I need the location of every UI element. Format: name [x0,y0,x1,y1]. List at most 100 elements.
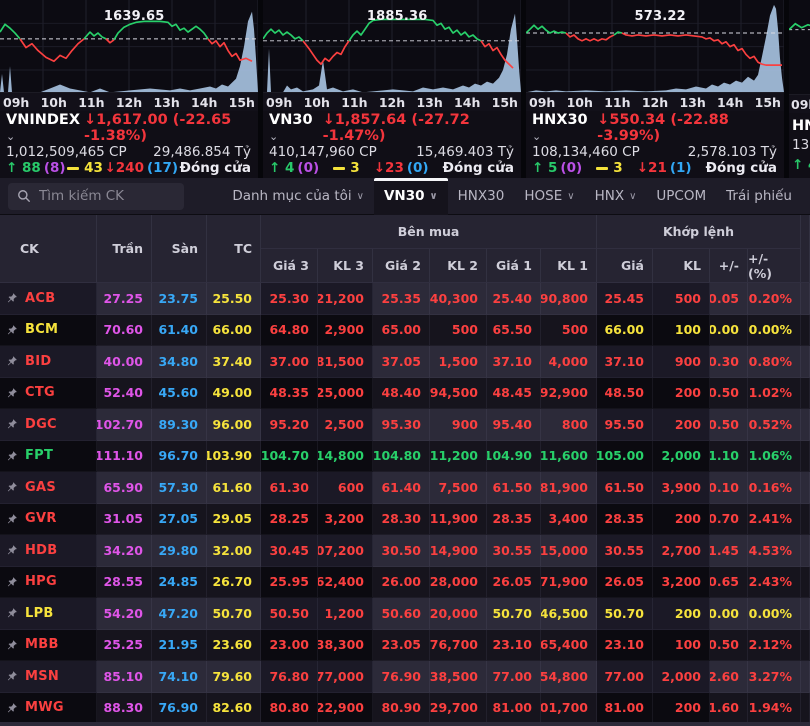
table-row-MBB[interactable]: MBB25.2521.9523.6023.001,538,30023.05476… [0,630,810,662]
price-cell[interactable]: 81,900 [541,472,597,504]
price-cell[interactable]: 100 [653,315,710,347]
price-cell[interactable]: 2,900 [318,315,373,347]
price-cell[interactable]: -1.60 [710,693,748,723]
price-cell[interactable]: 26.05 [597,567,653,599]
price-cell[interactable]: 105.00 [597,441,653,473]
price-cell[interactable]: 2,500 [318,409,373,441]
price-cell[interactable]: 26.05 [487,567,541,599]
price-cell[interactable]: 25.35 [373,283,430,315]
price-cell[interactable]: 50.70 [487,598,541,630]
price-cell[interactable]: 95.30 [373,409,430,441]
tab-upcom[interactable]: UPCOM [646,178,716,215]
price-cell[interactable]: 1,828,000 [430,567,487,599]
ticker-search[interactable] [8,183,184,210]
price-cell[interactable]: 29,700 [430,693,487,723]
price-cell[interactable]: 11,600 [541,441,597,473]
price-cell[interactable]: -0.20% [748,283,801,315]
price-cell[interactable]: -0.52% [748,409,801,441]
table-row-BID[interactable]: BID40.0034.8037.4037.0081,50037.051,5003… [0,346,810,378]
price-cell[interactable]: 94,500 [430,378,487,410]
price-cell[interactable]: 2,700 [653,535,710,567]
price-cell[interactable]: 3,900 [653,472,710,504]
price-cell[interactable]: 25.30 [261,283,318,315]
price-cell[interactable]: 81.00 [597,693,653,723]
tab-hose[interactable]: HOSE∨ [514,178,584,215]
price-cell[interactable]: 476,700 [430,630,487,662]
price-cell[interactable]: -0.16% [748,472,801,504]
price-cell[interactable]: 30.55 [597,535,653,567]
ticker-symbol[interactable]: HPG [25,574,57,589]
price-cell[interactable]: 48.35 [261,378,318,410]
ticker-symbol[interactable]: ACB [25,291,55,306]
price-cell[interactable]: 500 [653,283,710,315]
price-cell[interactable]: 80.80 [261,693,318,723]
ticker-symbol[interactable]: GAS [25,480,56,495]
price-cell[interactable]: -0.50 [710,630,748,662]
price-cell[interactable]: 800 [541,409,597,441]
price-cell[interactable]: 1,200 [318,598,373,630]
ticker-symbol[interactable]: DGC [25,417,57,432]
price-cell[interactable]: -2.43% [748,567,801,599]
index-panel-clipped[interactable]: 09h HN 133 ↑ 4 [789,0,810,178]
price-cell[interactable]: 500 [541,315,597,347]
table-row-ACB[interactable]: ACB27.2523.7525.5025.30121,20025.3540,30… [0,283,810,315]
price-cell[interactable]: 814,900 [430,535,487,567]
price-cell[interactable]: 600 [318,472,373,504]
price-cell[interactable]: 7,500 [430,472,487,504]
price-cell[interactable]: 25.45 [597,283,653,315]
price-cell[interactable]: 3,400 [541,504,597,536]
price-cell[interactable]: 23.00 [261,630,318,662]
price-cell[interactable]: 37.10 [597,346,653,378]
pin-icon[interactable] [6,607,18,619]
table-row-HPG[interactable]: HPG28.5524.8526.7025.95662,40026.001,828… [0,567,810,599]
price-cell[interactable]: 61.50 [487,472,541,504]
ticker-symbol[interactable]: CTG [25,385,55,400]
price-cell[interactable]: 30.50 [373,535,430,567]
price-cell[interactable]: 61.30 [261,472,318,504]
price-cell[interactable]: 66.00 [597,315,653,347]
table-row-MWG[interactable]: MWG88.3076.9082.6080.8022,90080.9029,700… [0,693,810,723]
price-cell[interactable]: 1,538,300 [318,630,373,662]
price-cell[interactable]: 190,800 [541,283,597,315]
price-cell[interactable]: 104.80 [373,441,430,473]
tab-danh-mục-của-tôi[interactable]: Danh mục của tôi∨ [222,178,374,215]
tab-hnx30[interactable]: HNX30 [448,178,515,215]
price-cell[interactable]: 662,400 [318,567,373,599]
price-cell[interactable]: 765,400 [541,630,597,662]
ticker-symbol[interactable]: BCM [25,322,58,337]
price-cell[interactable]: 200 [653,693,710,723]
pin-icon[interactable] [6,450,18,462]
price-cell[interactable]: 95.40 [487,409,541,441]
price-cell[interactable]: 22,900 [318,693,373,723]
table-row-FPT[interactable]: FPT111.1096.70103.90104.7014,800104.8011… [0,441,810,473]
price-cell[interactable]: 92,900 [541,378,597,410]
pin-icon[interactable] [6,544,18,556]
price-cell[interactable]: -0.30 [710,346,748,378]
pin-icon[interactable] [6,387,18,399]
price-cell[interactable]: 11,200 [430,441,487,473]
table-row-GVR[interactable]: GVR31.0527.0529.0528.253,20028.3011,9002… [0,504,810,536]
ticker-symbol[interactable]: FPT [25,448,53,463]
price-cell[interactable]: -2.12% [748,630,801,662]
price-cell[interactable]: 48.45 [487,378,541,410]
price-cell[interactable]: 80.90 [373,693,430,723]
price-cell[interactable]: 200 [653,598,710,630]
price-cell[interactable]: 37.05 [373,346,430,378]
price-cell[interactable]: 25.40 [487,283,541,315]
table-row-LPB[interactable]: LPB54.2047.2050.7050.501,20050.6020,0005… [0,598,810,630]
price-cell[interactable]: 121,200 [318,283,373,315]
price-cell[interactable]: -0.65 [710,567,748,599]
price-cell[interactable]: -2.60 [710,661,748,693]
price-cell[interactable]: 900 [653,346,710,378]
price-cell[interactable]: 107,200 [318,535,373,567]
price-cell[interactable]: 81.00 [487,693,541,723]
tab-vn30[interactable]: VN30∨ [374,178,448,215]
price-cell[interactable]: 65.00 [373,315,430,347]
price-cell[interactable]: -0.70 [710,504,748,536]
index-name-dropdown[interactable]: VN30 ⌄ [269,112,323,144]
pin-icon[interactable] [6,576,18,588]
price-cell[interactable]: 61.40 [373,472,430,504]
price-cell[interactable]: 1,500 [430,346,487,378]
price-cell[interactable]: -0.05 [710,283,748,315]
ticker-symbol[interactable]: GVR [25,511,57,526]
